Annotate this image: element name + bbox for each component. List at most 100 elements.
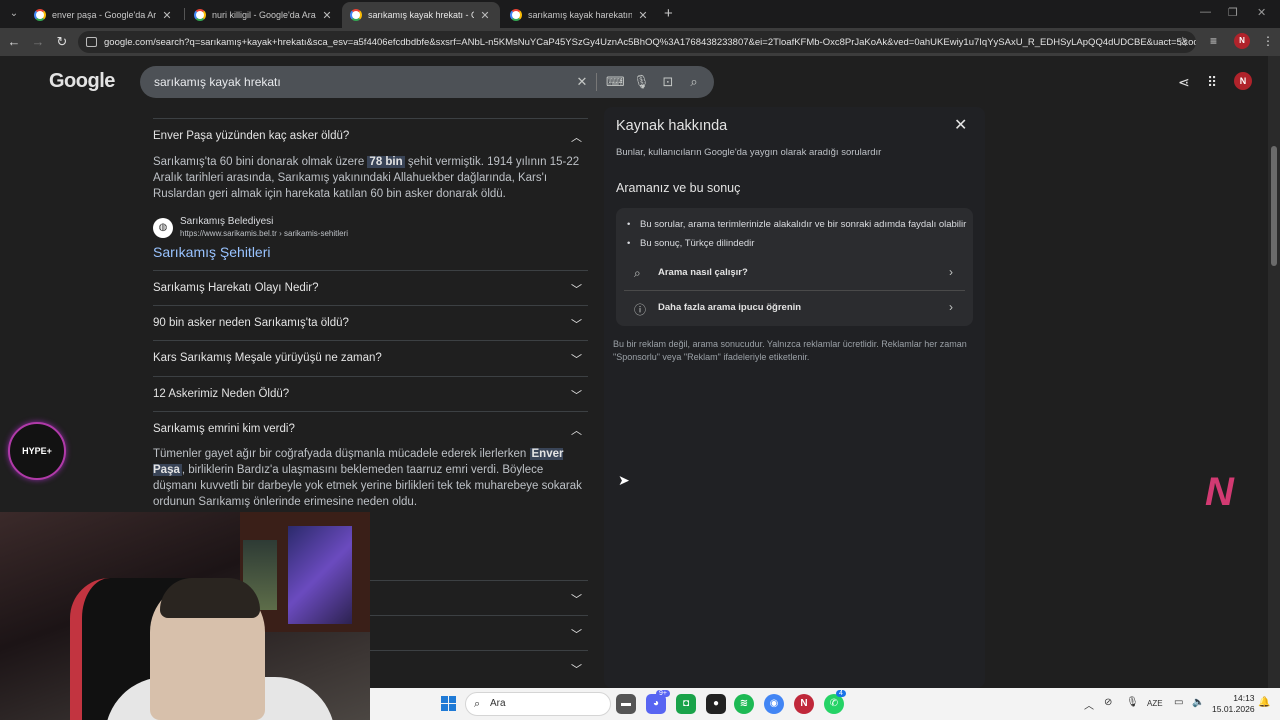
google-account-avatar[interactable]: N xyxy=(1234,72,1252,90)
google-header: Google sarıkamış kayak hrekatı ✕ ⌨ 🎙 ⊡ ⌕… xyxy=(0,56,1268,106)
answer-highlight: 78 bin xyxy=(367,156,405,168)
discord-badge: 9+ xyxy=(656,690,670,697)
info-bullet: Bu sorular, arama terimlerinizle alakalı… xyxy=(627,219,966,230)
google-favicon-icon xyxy=(350,9,362,21)
search-icon: ⌕ xyxy=(634,266,641,280)
keyboard-icon[interactable]: ⌨ xyxy=(606,74,625,90)
info-bullet: Bu sonuç, Türkçe dilindedir xyxy=(627,238,754,249)
bookmark-star-icon[interactable]: ☆ xyxy=(1177,34,1189,50)
chrome-icon[interactable]: ◉ xyxy=(764,694,784,714)
extensions-icon[interactable]: ≡ xyxy=(1210,34,1217,48)
panel-title: Kaynak hakkında xyxy=(616,118,728,134)
close-tab-icon[interactable]: ✕ xyxy=(478,9,492,22)
mouse-cursor-icon: ➤ xyxy=(618,472,630,488)
link-label: Daha fazla arama ipucu öğrenin xyxy=(658,302,802,313)
browser-tab-1[interactable]: enver paşa - Google'da Ara ✕ xyxy=(26,2,182,28)
search-input[interactable]: sarıkamış kayak hrekatı ✕ ⌨ 🎙 ⊡ ⌕ xyxy=(140,66,714,98)
lens-camera-icon[interactable]: ⊡ xyxy=(660,74,676,90)
paa-question-text: Sarıkamış Harekatı Olayı Nedir? xyxy=(153,282,319,294)
minimize-icon[interactable]: — xyxy=(1200,6,1211,18)
tray-app-icon[interactable]: ⊘ xyxy=(1104,697,1112,708)
paa-question[interactable]: 12 Askerimiz Neden Öldü? ﹀ xyxy=(153,376,588,411)
close-panel-icon[interactable]: ✕ xyxy=(954,115,967,135)
app-n-icon[interactable]: N xyxy=(794,694,814,714)
tray-mic-icon[interactable]: 🎙 xyxy=(1126,697,1139,708)
share-icon[interactable]: ⋖ xyxy=(1178,74,1190,91)
clear-search-icon[interactable]: ✕ xyxy=(574,74,590,90)
maximize-icon[interactable]: ❐ xyxy=(1228,6,1238,19)
browser-menu-icon[interactable]: ⋮ xyxy=(1262,34,1274,48)
tray-chevron-icon[interactable]: ︿ xyxy=(1084,697,1094,712)
discord-icon[interactable]: ◕ xyxy=(646,694,666,714)
whatsapp-icon[interactable]: ✆ xyxy=(824,694,844,714)
windows-start-icon[interactable] xyxy=(441,696,457,712)
volume-icon[interactable]: 🔈 xyxy=(1192,697,1204,708)
search-icon[interactable]: ⌕ xyxy=(686,74,702,90)
browser-tab-title: sarıkamış kayak harekatında ka xyxy=(528,10,632,20)
search-tips-link[interactable]: ⓘ Daha fazla arama ipucu öğrenin › xyxy=(624,291,965,325)
chevron-down-icon[interactable]: ﹀ xyxy=(571,281,582,297)
microphone-icon[interactable]: 🎙 xyxy=(633,74,650,90)
browser-tab-4[interactable]: sarıkamış kayak harekatında ka ✕ xyxy=(502,2,658,28)
chevron-down-icon[interactable]: ﹀ xyxy=(571,661,582,677)
webcam-poster xyxy=(288,526,352,624)
close-tab-icon[interactable]: ✕ xyxy=(636,9,650,22)
chevron-down-icon[interactable]: ﹀ xyxy=(571,351,582,367)
paa-question-expanded[interactable]: Sarıkamış emrini kim verdi? ︿ xyxy=(153,411,588,446)
close-window-icon[interactable]: ✕ xyxy=(1257,6,1266,19)
google-favicon-icon xyxy=(34,9,46,21)
notification-bell-icon[interactable]: 🔔 xyxy=(1258,697,1270,708)
paa-question[interactable]: 90 bin asker neden Sarıkamış'ta öldü? ﹀ xyxy=(153,305,588,340)
browser-tab-2[interactable]: nuri killigil - Google'da Ara ✕ xyxy=(186,2,342,28)
chevron-down-icon[interactable]: ﹀ xyxy=(571,591,582,607)
paa-question[interactable]: Sarıkamış Harekatı Olayı Nedir? ﹀ xyxy=(153,270,588,305)
google-favicon-icon xyxy=(510,9,522,21)
how-search-works-link[interactable]: ⌕ Arama nasıl çalışır? › xyxy=(624,256,965,290)
panel-section-title: Aramanız ve bu sonuç xyxy=(616,181,741,195)
chevron-up-icon[interactable]: ︿ xyxy=(571,422,582,438)
scrollbar-thumb[interactable] xyxy=(1271,146,1277,266)
chevron-down-icon[interactable]: ﹀ xyxy=(571,316,582,332)
paa-question[interactable]: ﹀ xyxy=(370,650,588,685)
source-link[interactable]: Sarıkamış Şehitleri xyxy=(153,244,270,260)
store-icon[interactable]: ◘ xyxy=(676,694,696,714)
answer-source[interactable]: ◍ Sarıkamış Belediyesi https://www.sarik… xyxy=(153,214,453,240)
paa-question-text: 12 Askerimiz Neden Öldü? xyxy=(153,388,290,400)
network-icon[interactable]: ▭ xyxy=(1174,697,1183,708)
chevron-down-icon[interactable]: ﹀ xyxy=(571,387,582,403)
close-tab-icon[interactable]: ✕ xyxy=(320,9,334,22)
paa-answer: Sarıkamış'ta 60 bini donarak olmak üzere… xyxy=(153,154,588,202)
clock[interactable]: 14:13 15.01.2026 xyxy=(1212,693,1255,715)
browser-profile-avatar[interactable]: N xyxy=(1234,33,1250,49)
panel-subtitle: Bunlar, kullanıcıların Google'da yaygın … xyxy=(616,147,882,158)
address-bar[interactable]: google.com/search?q=sarıkamış+kayak+hrek… xyxy=(78,31,1196,53)
paa-question[interactable]: Kars Sarıkamış Meşale yürüyüşü ne zaman?… xyxy=(153,340,588,375)
site-info-icon[interactable] xyxy=(86,37,97,47)
chevron-down-icon[interactable]: ﹀ xyxy=(571,626,582,642)
chevron-up-icon[interactable]: ︿ xyxy=(571,129,582,145)
browser-toolbar: ← → ↻ google.com/search?q=sarıkamış+kaya… xyxy=(0,28,1280,56)
paa-question-expanded[interactable]: Enver Paşa yüzünden kaç asker öldü? ︿ xyxy=(153,118,588,153)
forward-arrow-icon[interactable]: → xyxy=(30,34,46,50)
new-tab-button[interactable]: + xyxy=(664,5,673,22)
close-tab-icon[interactable]: ✕ xyxy=(160,9,174,22)
paa-question[interactable]: ﹀ xyxy=(370,615,588,650)
apps-grid-icon[interactable]: ⠿ xyxy=(1207,74,1217,91)
chevron-right-icon: › xyxy=(949,300,953,314)
obs-icon[interactable]: ● xyxy=(706,694,726,714)
paa-question-text: 90 bin asker neden Sarıkamış'ta öldü? xyxy=(153,317,349,329)
paa-question[interactable]: ﹀ xyxy=(370,580,588,615)
paa-question-text: Enver Paşa yüzünden kaç asker öldü? xyxy=(153,130,350,142)
reload-icon[interactable]: ↻ xyxy=(54,34,70,50)
taskbar-search[interactable]: ⌕ Ara xyxy=(465,692,611,716)
browser-tab-3-active[interactable]: sarıkamış kayak hrekatı - Google ✕ xyxy=(342,2,500,28)
tab-search-chevron-icon[interactable]: ⌄ xyxy=(6,6,22,22)
back-arrow-icon[interactable]: ← xyxy=(6,34,22,50)
google-logo[interactable]: Google xyxy=(49,70,115,93)
file-explorer-icon[interactable]: ▬ xyxy=(616,694,636,714)
ad-disclaimer: Bu bir reklam değil, arama sonucudur. Ya… xyxy=(613,339,967,362)
language-indicator[interactable]: AZE xyxy=(1147,699,1163,708)
page-scrollbar[interactable] xyxy=(1268,56,1280,688)
spotify-icon[interactable]: ≋ xyxy=(734,694,754,714)
browser-tab-title: enver paşa - Google'da Ara xyxy=(52,10,156,20)
